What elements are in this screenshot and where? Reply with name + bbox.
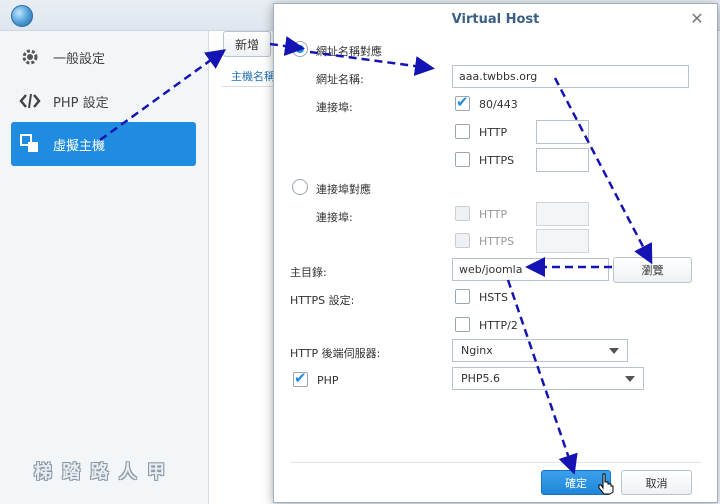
sidebar-item-virtual-host[interactable]: 虛擬主機 — [11, 122, 196, 166]
http-port-input[interactable] — [536, 120, 589, 144]
http-label-2: HTTP — [479, 208, 508, 221]
app-logo-icon — [11, 5, 33, 27]
sidebar-item-label: 一般設定 — [53, 51, 106, 67]
hsts-label: HSTS — [479, 291, 508, 304]
http-checkbox[interactable] — [455, 124, 470, 139]
port-mode-radio[interactable] — [292, 179, 308, 195]
sidebar-item-php[interactable]: PHP 設定 — [11, 81, 196, 121]
http-checkbox-2[interactable] — [455, 206, 470, 221]
https-port-input-2[interactable] — [536, 229, 589, 253]
http2-checkbox[interactable] — [455, 317, 470, 332]
hostname-input[interactable]: aaa.twbbs.org — [452, 65, 689, 88]
php-version-select[interactable]: PHP5.6 — [452, 367, 644, 390]
hostname-mode-label: 網址名稱對應 — [316, 45, 382, 58]
hsts-checkbox[interactable] — [455, 289, 470, 304]
port-mode-label: 連接埠對應 — [316, 183, 371, 196]
https-label-2: HTTPS — [479, 235, 515, 248]
gear-icon — [19, 46, 41, 68]
php-version-value: PHP5.6 — [461, 372, 501, 385]
code-icon — [19, 90, 41, 112]
http-port-input-2[interactable] — [536, 202, 589, 226]
php-label: PHP — [317, 374, 339, 387]
close-icon[interactable]: ✕ — [689, 11, 705, 27]
backend-server-label: HTTP 後端伺服器: — [290, 347, 381, 360]
port-label-2: 連接埠: — [316, 211, 353, 224]
header-divider — [222, 86, 278, 87]
port-80443-checkbox[interactable] — [455, 93, 470, 111]
footer-divider — [290, 462, 701, 463]
https-checkbox-2[interactable] — [455, 233, 470, 248]
hostname-mode-radio[interactable] — [292, 41, 308, 57]
docroot-label: 主目錄: — [290, 266, 327, 279]
backend-server-select[interactable]: Nginx — [452, 339, 628, 362]
watermark: 梯 踏 路 人 甲 — [34, 462, 168, 483]
sidebar: 一般設定 PHP 設定 虛擬主機 — [0, 31, 209, 504]
https-settings-label: HTTPS 設定: — [290, 294, 355, 307]
backend-server-value: Nginx — [461, 344, 493, 357]
browse-button[interactable]: 瀏覽 — [613, 257, 692, 283]
chevron-down-icon — [609, 348, 619, 354]
port-80443-label: 80/443 — [479, 98, 518, 111]
php-checkbox[interactable] — [293, 369, 308, 387]
column-header-hostname[interactable]: 主機名稱 — [231, 68, 275, 84]
hostname-label: 網址名稱: — [316, 73, 364, 86]
sidebar-item-label: 虛擬主機 — [53, 138, 106, 154]
mouse-cursor-icon — [598, 473, 614, 495]
sidebar-item-general[interactable]: 一般設定 — [11, 37, 196, 77]
dialog-title: Virtual Host — [451, 12, 540, 27]
sidebar-item-label: PHP 設定 — [53, 95, 109, 111]
https-checkbox[interactable] — [455, 152, 470, 167]
https-label: HTTPS — [479, 154, 515, 167]
virtual-host-icon — [19, 133, 41, 155]
cancel-button[interactable]: 取消 — [621, 470, 692, 495]
http2-label: HTTP/2 — [479, 319, 518, 332]
docroot-input[interactable]: web/joomla — [452, 258, 609, 281]
virtual-host-dialog: Virtual Host ✕ 網址名稱對應 網址名稱: aaa.twbbs.or… — [273, 3, 718, 503]
https-port-input[interactable] — [536, 148, 589, 172]
chevron-down-icon — [625, 376, 635, 382]
add-button[interactable]: 新增 — [223, 31, 271, 57]
port-label: 連接埠: — [316, 101, 353, 114]
http-label: HTTP — [479, 126, 508, 139]
